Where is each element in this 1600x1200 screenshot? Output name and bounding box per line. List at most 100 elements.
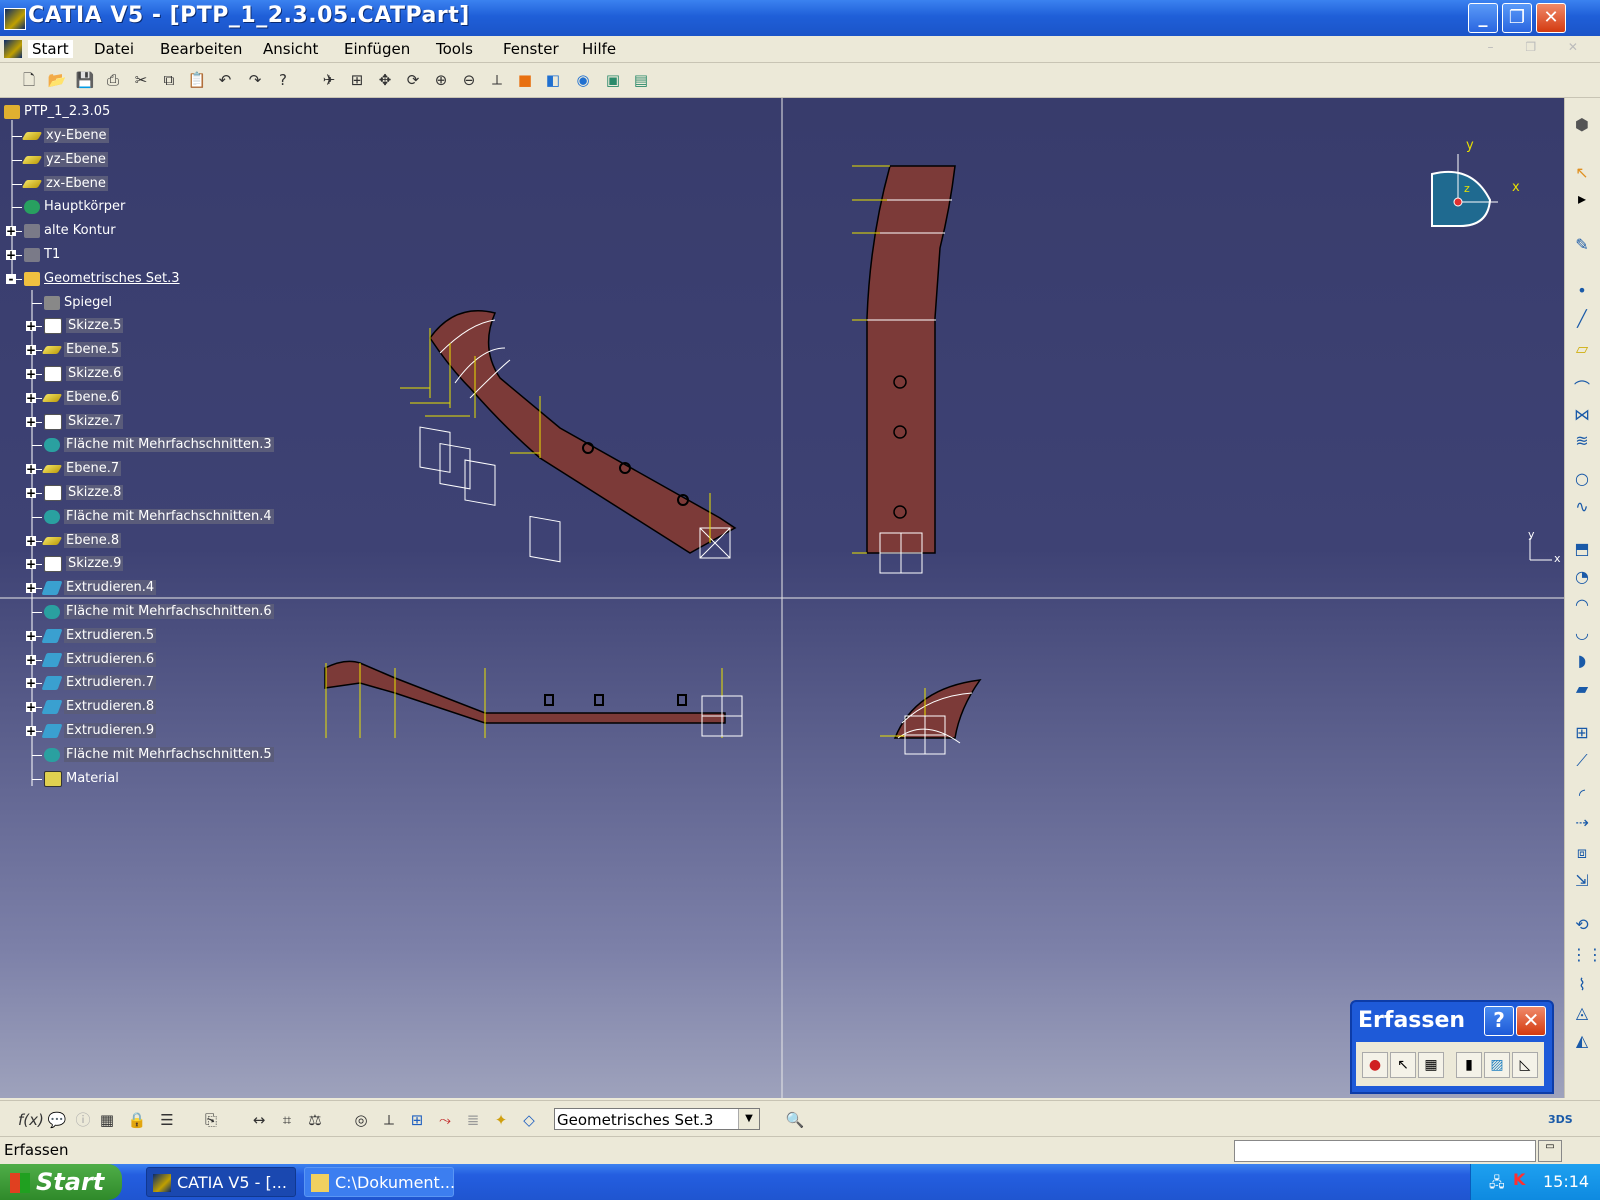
shading-icon[interactable]: ◉ [572,69,594,91]
curvature-icon[interactable]: ◭ [1571,1030,1593,1052]
tree-item[interactable]: zx-Ebene [12,174,108,194]
start-button[interactable]: Start [0,1164,122,1200]
expand-icon[interactable]: + [26,654,36,666]
measure-item-icon[interactable]: ⌗ [276,1109,298,1131]
table-icon[interactable]: ▦ [96,1109,118,1131]
tree-root[interactable]: PTP_1_2.3.05 [4,102,110,122]
parameter-icon[interactable]: ⓘ [72,1109,94,1131]
split-icon[interactable]: ⟋ [1571,750,1593,772]
save-icon[interactable]: 💾 [74,69,96,91]
point-icon[interactable]: • [1571,280,1593,302]
expand-icon[interactable]: + [26,701,36,713]
fill-icon[interactable]: ▰ [1571,678,1593,700]
expand-icon[interactable]: + [6,225,16,237]
axis-system-icon[interactable]: ⟂ [378,1109,400,1131]
tree-item[interactable]: Fläche mit Mehrfachschnitten.4 [32,507,274,527]
undo-icon[interactable]: ↶ [214,69,236,91]
fillet-icon[interactable]: ◜ [1571,784,1593,806]
extrapolate-icon[interactable]: ⇲ [1571,870,1593,892]
capture-settings-icon[interactable]: ▦ [1418,1052,1444,1078]
tree-item[interactable]: + Ebene.6 [26,388,122,408]
expand-icon[interactable]: + [26,677,36,689]
tree-item[interactable]: - Geometrisches Set.3 [6,269,180,289]
erfassen-close-button[interactable]: ✕ [1516,1006,1546,1036]
tree-item[interactable]: yz-Ebene [12,150,108,170]
expand-icon[interactable]: + [26,558,36,570]
chevron-down-icon[interactable]: ▼ [738,1109,759,1129]
expand-icon[interactable]: + [26,535,36,547]
open-icon[interactable]: 📂 [46,69,68,91]
join-icon[interactable]: ⊞ [1571,722,1593,744]
zoom-out-icon[interactable]: ⊖ [458,69,480,91]
picture-icon[interactable]: ▨ [1484,1052,1510,1078]
expand-icon[interactable]: + [26,320,36,332]
expand-icon[interactable]: + [26,725,36,737]
normal-view-icon[interactable]: ⟂ [486,69,508,91]
expand-icon[interactable]: + [26,582,36,594]
catia-app-icon[interactable] [4,8,26,30]
video-icon[interactable]: ◺ [1512,1052,1538,1078]
tree-item[interactable]: + T1 [6,245,60,265]
tree-item[interactable]: Hauptkörper [12,197,125,217]
multi-view-icon[interactable]: ■ [514,69,536,91]
expand-icon[interactable]: + [6,249,16,261]
menu-einfuegen[interactable]: Einfügen [344,40,410,58]
select-icon[interactable]: ↖ [1571,162,1593,184]
taskbar-item-explorer[interactable]: C:\Dokument... [304,1167,455,1197]
grid-icon[interactable]: ⊞ [406,1109,428,1131]
pattern-icon[interactable]: ⋮⋮ [1571,944,1600,966]
create-datum-icon[interactable]: ✦ [490,1109,512,1131]
analysis-icon[interactable]: ⌇ [1571,974,1593,996]
tree-item[interactable]: + Extrudieren.9 [26,721,157,741]
extrude-surface-icon[interactable]: ⬒ [1571,538,1593,560]
revolve-icon[interactable]: ◔ [1571,566,1593,588]
multisection-icon[interactable]: ◡ [1571,622,1593,644]
blend-icon[interactable]: ◗ [1571,650,1593,672]
tree-item[interactable]: + Skizze.6 [26,364,124,384]
search-icon[interactable]: 🔍 [784,1109,806,1131]
expand-icon[interactable]: + [26,463,36,475]
tree-item[interactable]: Fläche mit Mehrfachschnitten.3 [32,435,274,455]
new-icon[interactable]: 🗋 [18,69,40,91]
record-icon[interactable]: ● [1362,1052,1388,1078]
redo-icon[interactable]: ↷ [244,69,266,91]
part-design-workbench-icon[interactable]: ⬢ [1571,114,1593,136]
menu-ansicht[interactable]: Ansicht [263,40,318,58]
fly-mode-icon[interactable]: ✈ [318,69,340,91]
formula-icon[interactable]: f(x) [18,1109,44,1131]
menu-start[interactable]: Start [28,40,73,58]
tree-item[interactable]: + Skizze.8 [26,483,124,503]
expand-icon[interactable]: + [26,368,36,380]
translate-icon[interactable]: ⇢ [1571,812,1593,834]
repetition-icon[interactable]: ⟲ [1571,914,1593,936]
spline-icon[interactable]: ∿ [1571,496,1593,518]
tree-item[interactable]: + Extrudieren.4 [26,578,157,598]
tree-item[interactable]: + Extrudieren.8 [26,697,157,717]
tree-item[interactable]: + Skizze.7 [26,412,124,432]
tree-item[interactable]: + Ebene.8 [26,531,122,551]
expand-icon[interactable]: + [26,392,36,404]
whats-this-icon[interactable]: ? [272,69,294,91]
minimize-button[interactable]: _ [1468,3,1498,33]
menu-hilfe[interactable]: Hilfe [582,40,616,58]
line-icon[interactable]: ╱ [1571,308,1593,330]
antivirus-icon[interactable]: K [1513,1170,1525,1189]
expand-icon[interactable]: + [26,630,36,642]
tree-item[interactable]: + alte Kontur [6,221,116,241]
expand-icon[interactable]: + [26,344,36,356]
menu-datei[interactable]: Datei [94,40,134,58]
list-icon[interactable]: ☰ [156,1109,178,1131]
collapse-icon[interactable]: - [6,273,16,285]
circle-icon[interactable]: ○ [1571,468,1593,490]
measure-between-icon[interactable]: ↔ [248,1109,270,1131]
tree-item[interactable]: xy-Ebene [12,126,109,146]
menu-fenster[interactable]: Fenster [503,40,559,58]
tree-item[interactable]: + Skizze.9 [26,554,124,574]
command-input[interactable] [1234,1140,1536,1162]
tree-item[interactable]: + Ebene.7 [26,459,122,479]
help-button[interactable]: ? [1484,1006,1514,1036]
tree-item[interactable]: Material [32,769,119,789]
tree-item[interactable]: + Extrudieren.6 [26,650,157,670]
paste-icon[interactable]: 📋 [186,69,208,91]
tree-item[interactable]: Fläche mit Mehrfachschnitten.5 [32,745,274,765]
